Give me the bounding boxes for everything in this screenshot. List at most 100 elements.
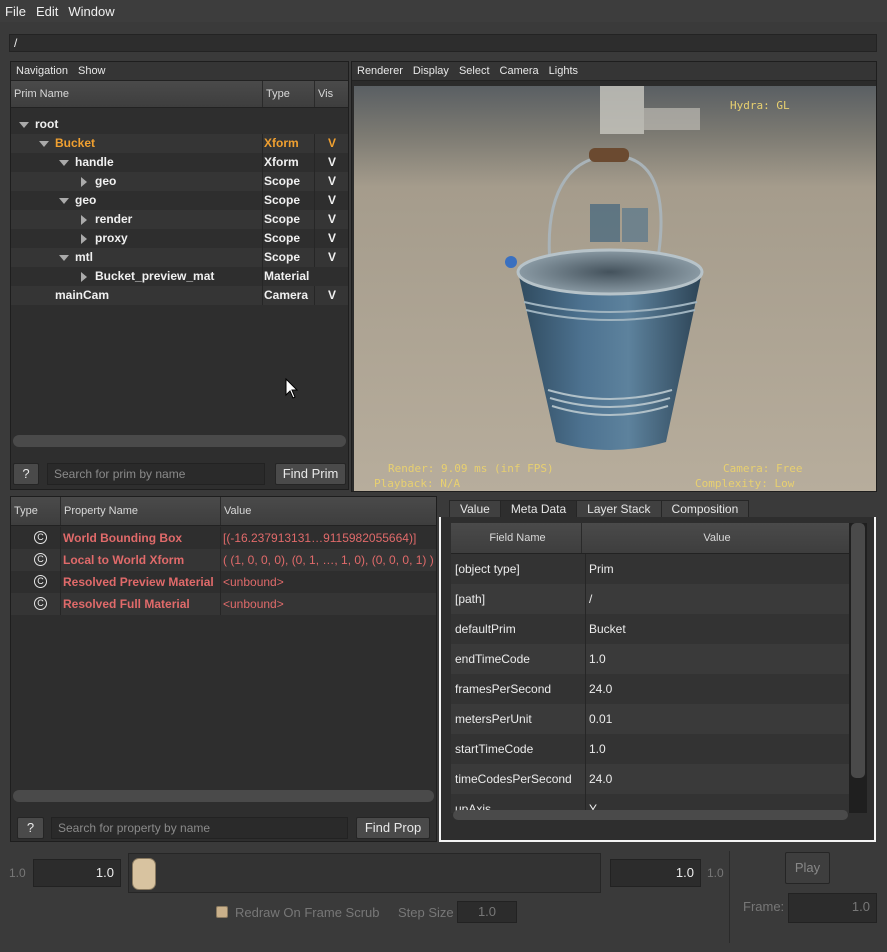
column-prop-type[interactable]: Type [11, 497, 60, 525]
frame-label: Frame: [743, 899, 785, 914]
prop-search-input[interactable]: Search for property by name [51, 817, 348, 839]
menu-show[interactable]: Show [73, 65, 111, 77]
property-panel: Type Property Name Value C World Bounding… [10, 496, 437, 842]
property-row[interactable]: C World Bounding Box [(-16.237913131…91159… [11, 527, 436, 549]
frame-slider[interactable] [128, 853, 601, 893]
prim-tree-scrollbar[interactable] [13, 435, 346, 447]
metadata-field-value: 24.0 [585, 764, 612, 794]
menu-window[interactable]: Window [63, 4, 119, 19]
property-value: [(-16.237913131…9115982055664)] [223, 531, 417, 545]
mouse-cursor-icon [285, 378, 299, 399]
column-prop-name[interactable]: Property Name [60, 497, 220, 525]
property-value: <unbound> [223, 575, 284, 589]
prim-visibility-toggle[interactable]: V [314, 191, 348, 210]
prim-row[interactable]: render Scope V [11, 210, 348, 229]
hud-camera: Camera: Free [723, 462, 803, 475]
step-size-label: Step Size [398, 905, 454, 920]
menu-camera[interactable]: Camera [495, 65, 544, 77]
collapse-arrow-icon[interactable] [81, 177, 87, 187]
prim-row[interactable]: Bucket_preview_mat Material [11, 267, 348, 286]
metadata-row[interactable]: endTimeCode 1.0 [451, 644, 849, 674]
menu-lights[interactable]: Lights [544, 65, 583, 77]
metadata-row[interactable]: [path] / [451, 584, 849, 614]
property-name: Resolved Preview Material [63, 575, 214, 589]
menu-select[interactable]: Select [454, 65, 495, 77]
viewport-menu: Renderer Display Select Camera Lights [352, 62, 876, 81]
metadata-field-value: 1.0 [585, 734, 606, 764]
menu-navigation[interactable]: Navigation [11, 65, 73, 77]
prop-help-button[interactable]: ? [17, 817, 44, 839]
prim-help-button[interactable]: ? [13, 463, 39, 485]
prim-visibility-toggle[interactable]: V [314, 153, 348, 172]
play-button[interactable]: Play [785, 852, 830, 884]
column-field-name[interactable]: Field Name [451, 523, 581, 553]
column-prim-name[interactable]: Prim Name [11, 81, 262, 107]
metadata-row[interactable]: framesPerSecond 24.0 [451, 674, 849, 704]
prim-visibility-toggle[interactable]: V [314, 286, 348, 305]
prim-row[interactable]: geo Scope V [11, 172, 348, 191]
menu-renderer[interactable]: Renderer [352, 65, 408, 77]
expand-arrow-icon[interactable] [59, 198, 69, 204]
expand-arrow-icon[interactable] [19, 122, 29, 128]
metadata-row[interactable]: startTimeCode 1.0 [451, 734, 849, 764]
prim-row[interactable]: root [11, 115, 348, 134]
column-meta-value[interactable]: Value [581, 523, 849, 553]
prim-visibility-toggle[interactable]: V [314, 172, 348, 191]
prim-row[interactable]: mtl Scope V [11, 248, 348, 267]
menu-edit[interactable]: Edit [31, 4, 63, 19]
prim-type: Scope [262, 172, 316, 191]
column-vis[interactable]: Vis [314, 81, 348, 107]
viewport-panel: Renderer Display Select Camera Lights Hy… [351, 61, 877, 492]
prim-visibility-toggle[interactable]: V [314, 248, 348, 267]
redraw-label: Redraw On Frame Scrub [235, 905, 380, 920]
prim-visibility-toggle[interactable]: V [314, 210, 348, 229]
metadata-row[interactable]: defaultPrim Bucket [451, 614, 849, 644]
prim-row[interactable]: geo Scope V [11, 191, 348, 210]
metadata-panel: Value Meta Data Layer Stack Composition … [439, 496, 876, 842]
property-row[interactable]: C Resolved Full Material <unbound> [11, 593, 436, 615]
column-prop-value[interactable]: Value [220, 497, 436, 525]
current-frame-field[interactable]: 1.0 [788, 893, 877, 923]
find-prop-button[interactable]: Find Prop [356, 817, 430, 839]
metadata-header: Field Name Value [451, 523, 849, 554]
prim-type: Xform [262, 134, 316, 153]
viewport-canvas[interactable]: Hydra: GL Render: 9.09 ms (inf FPS) Play… [354, 86, 876, 491]
find-prim-button[interactable]: Find Prim [275, 463, 346, 485]
prim-visibility-toggle[interactable]: V [314, 134, 348, 153]
property-row[interactable]: C Resolved Preview Material <unbound> [11, 571, 436, 593]
start-frame-field[interactable]: 1.0 [33, 859, 121, 887]
redraw-checkbox[interactable] [216, 906, 228, 918]
metadata-row[interactable]: timeCodesPerSecond 24.0 [451, 764, 849, 794]
prim-search-input[interactable]: Search for prim by name [47, 463, 265, 485]
property-name: World Bounding Box [63, 531, 183, 545]
prim-row[interactable]: proxy Scope V [11, 229, 348, 248]
property-row[interactable]: C Local to World Xform ( (1, 0, 0, 0), (0,… [11, 549, 436, 571]
frame-slider-handle[interactable] [132, 858, 156, 890]
metadata-row[interactable]: metersPerUnit 0.01 [451, 704, 849, 734]
menu-file[interactable]: File [0, 4, 31, 19]
prim-path-field[interactable]: / [9, 34, 877, 52]
metadata-hscroll[interactable] [453, 810, 848, 820]
collapse-arrow-icon[interactable] [81, 234, 87, 244]
prim-row[interactable]: Bucket Xform V [11, 134, 348, 153]
expand-arrow-icon[interactable] [39, 141, 49, 147]
prim-type: Material [262, 267, 316, 286]
property-table-scrollbar[interactable] [13, 790, 434, 802]
expand-arrow-icon[interactable] [59, 160, 69, 166]
prim-name: mainCam [55, 288, 110, 302]
menu-display[interactable]: Display [408, 65, 454, 77]
metadata-row[interactable]: [object type] Prim [451, 554, 849, 584]
step-size-field[interactable]: 1.0 [457, 901, 517, 923]
collapse-arrow-icon[interactable] [81, 215, 87, 225]
prim-browser-menu: Navigation Show [11, 62, 348, 81]
expand-arrow-icon[interactable] [59, 255, 69, 261]
computed-property-icon: C [34, 575, 47, 588]
collapse-arrow-icon[interactable] [81, 272, 87, 282]
prim-row[interactable]: mainCam Camera V [11, 286, 348, 305]
prim-visibility-toggle[interactable]: V [314, 229, 348, 248]
end-frame-field[interactable]: 1.0 [610, 859, 701, 887]
metadata-vscroll-thumb[interactable] [851, 523, 865, 778]
column-type[interactable]: Type [262, 81, 314, 107]
metadata-field-name: endTimeCode [455, 652, 530, 666]
prim-row[interactable]: handle Xform V [11, 153, 348, 172]
